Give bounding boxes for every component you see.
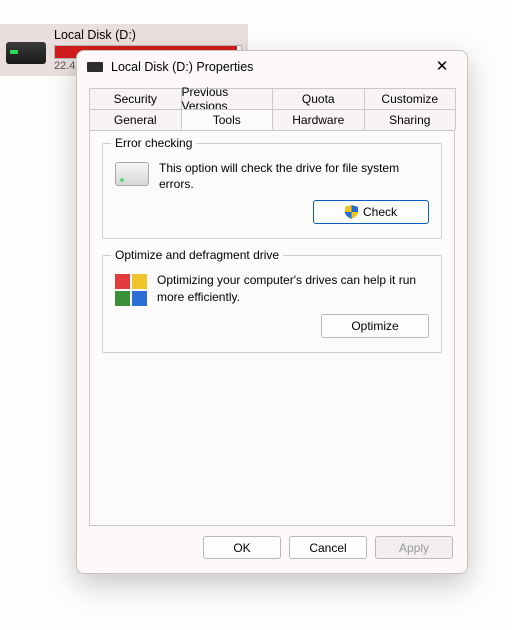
group-title: Optimize and defragment drive	[111, 248, 283, 262]
tab-quota[interactable]: Quota	[272, 88, 365, 109]
close-button[interactable]: ✕	[421, 53, 463, 81]
check-button-label: Check	[363, 205, 397, 219]
dialog-footer: OK Cancel Apply	[77, 526, 467, 573]
group-title: Error checking	[111, 136, 196, 150]
drive-icon	[87, 62, 103, 72]
drive-icon	[6, 36, 46, 64]
optimize-button[interactable]: Optimize	[321, 314, 429, 338]
drive-check-icon	[115, 162, 149, 186]
optimize-button-label: Optimize	[351, 319, 398, 333]
tab-general[interactable]: General	[89, 109, 182, 130]
check-button[interactable]: Check	[313, 200, 429, 224]
properties-dialog: Local Disk (D:) Properties ✕ Security Pr…	[76, 50, 468, 574]
tab-previous-versions[interactable]: Previous Versions	[181, 88, 274, 109]
cancel-button[interactable]: Cancel	[289, 536, 367, 559]
error-checking-desc: This option will check the drive for fil…	[159, 160, 429, 192]
tab-security[interactable]: Security	[89, 88, 182, 109]
tab-panel-tools: Error checking This option will check th…	[89, 130, 455, 526]
dialog-title: Local Disk (D:) Properties	[111, 60, 421, 74]
ok-button[interactable]: OK	[203, 536, 281, 559]
optimize-desc: Optimizing your computer's drives can he…	[157, 272, 429, 304]
close-icon: ✕	[436, 59, 449, 74]
defrag-icon	[115, 274, 147, 306]
tab-sharing[interactable]: Sharing	[364, 109, 457, 130]
group-optimize: Optimize and defragment drive Optimizing…	[102, 255, 442, 353]
uac-shield-icon	[345, 205, 358, 219]
titlebar[interactable]: Local Disk (D:) Properties ✕	[77, 51, 467, 82]
tab-hardware[interactable]: Hardware	[272, 109, 365, 130]
apply-button: Apply	[375, 536, 453, 559]
group-error-checking: Error checking This option will check th…	[102, 143, 442, 239]
disk-label: Local Disk (D:)	[54, 28, 242, 44]
tab-tools[interactable]: Tools	[181, 109, 274, 130]
tab-customize[interactable]: Customize	[364, 88, 457, 109]
